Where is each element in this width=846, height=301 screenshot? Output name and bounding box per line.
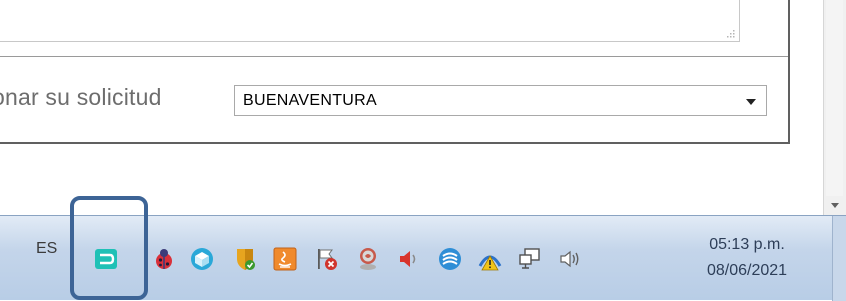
highlight-box bbox=[70, 196, 148, 300]
section-divider bbox=[0, 56, 788, 57]
scroll-down-icon[interactable] bbox=[824, 197, 846, 215]
language-indicator[interactable]: ES bbox=[36, 240, 57, 258]
network-warning-icon[interactable] bbox=[477, 246, 503, 272]
system-clock[interactable]: 05:13 p.m. 08/06/2021 bbox=[672, 232, 822, 284]
request-field-label: onar su solicitud bbox=[0, 84, 162, 110]
vertical-scrollbar[interactable] bbox=[823, 0, 846, 215]
form-panel: onar su solicitud BUENAVENTURA bbox=[0, 0, 790, 144]
resize-grip-icon[interactable] bbox=[725, 28, 735, 38]
scroll-track[interactable] bbox=[826, 0, 843, 196]
action-center-flag-icon[interactable] bbox=[313, 246, 339, 272]
java-icon[interactable] bbox=[272, 246, 298, 272]
show-desktop-button[interactable] bbox=[832, 216, 846, 301]
network-computer-icon[interactable] bbox=[517, 246, 543, 272]
ladybug-icon[interactable] bbox=[151, 246, 177, 272]
shield-check-icon[interactable] bbox=[232, 246, 258, 272]
dropdown-arrow-icon[interactable] bbox=[746, 99, 756, 105]
cube-icon[interactable] bbox=[189, 246, 215, 272]
speaker-muted-icon[interactable] bbox=[395, 246, 421, 272]
user-icon[interactable] bbox=[355, 246, 381, 272]
office-select[interactable]: BUENAVENTURA bbox=[234, 85, 767, 116]
clock-date: 08/06/2021 bbox=[706, 262, 788, 279]
office-select-value: BUENAVENTURA bbox=[243, 92, 377, 109]
comment-textarea[interactable] bbox=[0, 0, 740, 42]
volume-icon[interactable] bbox=[556, 246, 582, 272]
clock-time: 05:13 p.m. bbox=[709, 236, 785, 253]
wireless-icon[interactable] bbox=[437, 246, 463, 272]
